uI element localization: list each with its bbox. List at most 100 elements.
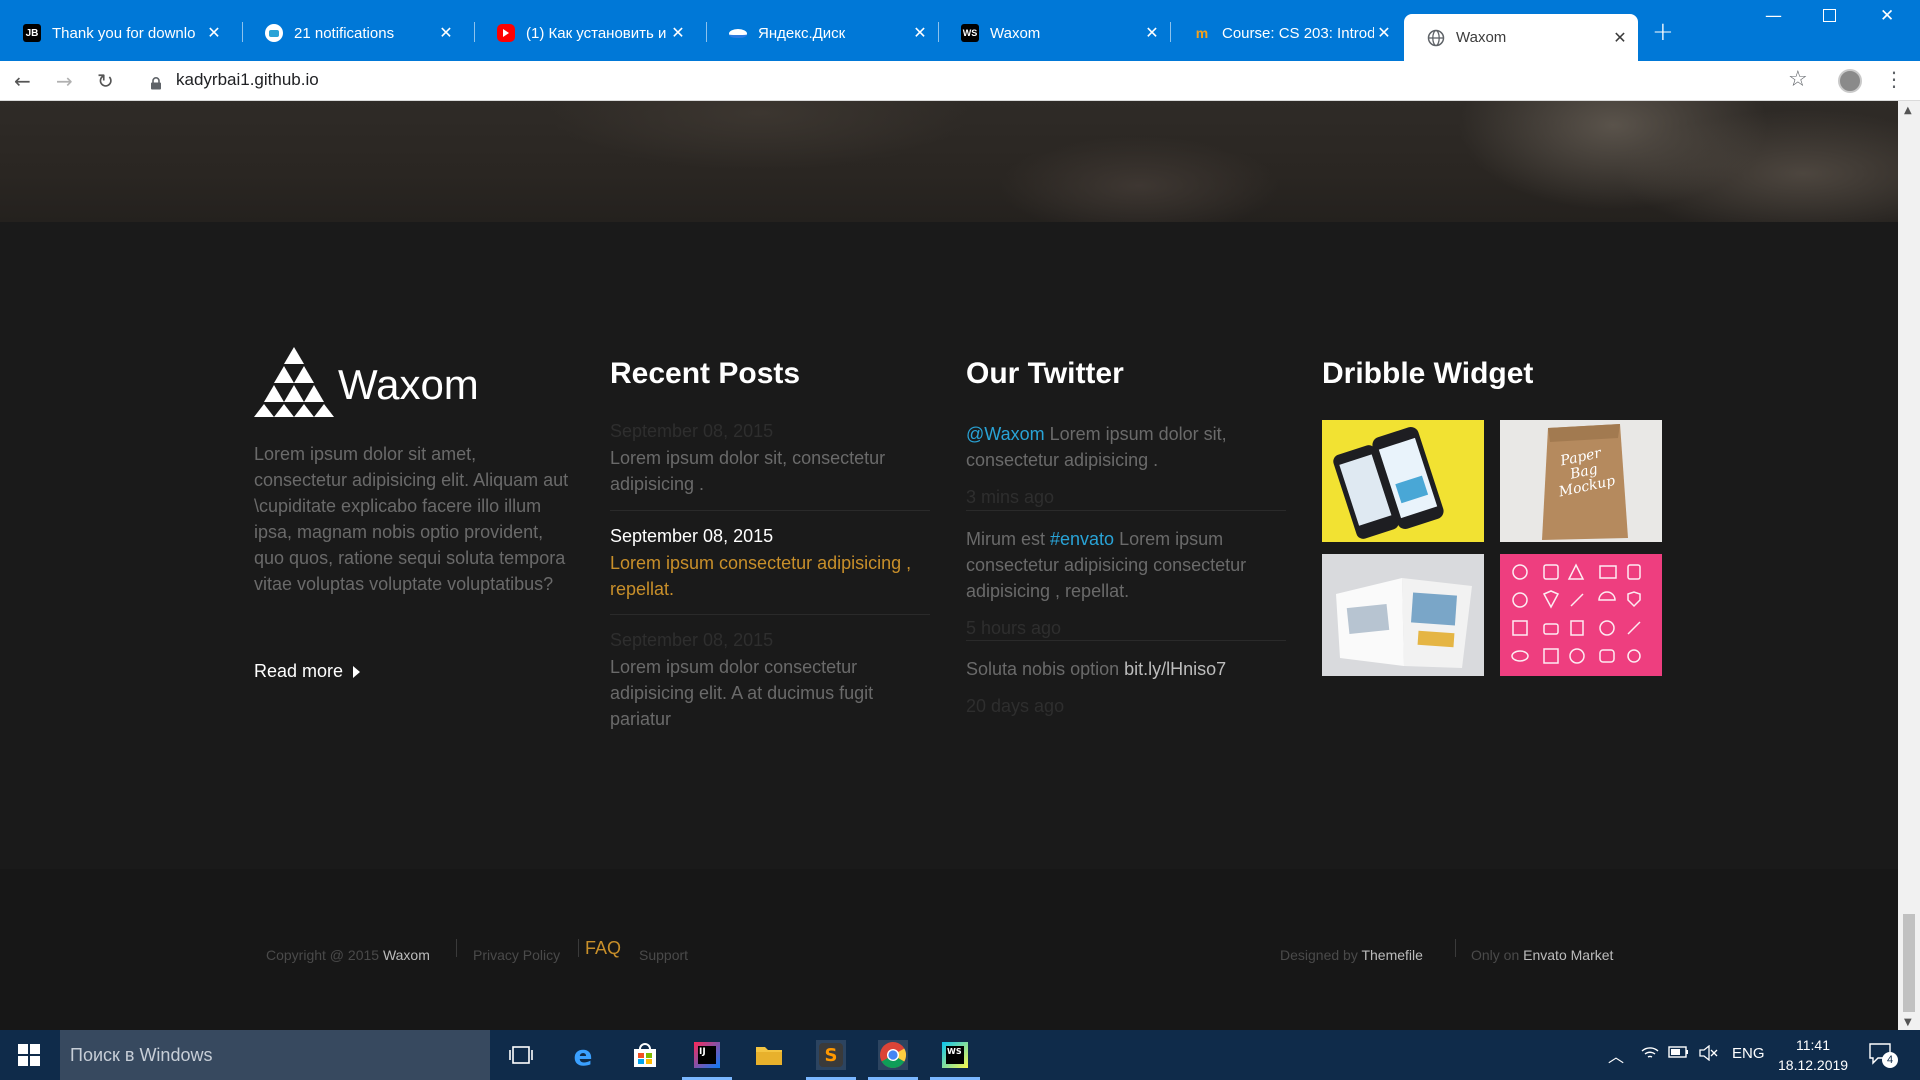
action-center-icon[interactable]: 4 bbox=[1868, 1042, 1898, 1070]
reload-icon[interactable]: ↻ bbox=[97, 69, 114, 93]
divider bbox=[966, 640, 1286, 641]
icon-set-pink-thumbnail[interactable] bbox=[1500, 554, 1662, 676]
new-tab-button[interactable]: + bbox=[1652, 17, 1674, 47]
volume-muted-icon[interactable] bbox=[1698, 1044, 1718, 1065]
logo-text: Waxom bbox=[338, 361, 479, 408]
tab[interactable]: 21 notifications ✕ bbox=[242, 15, 464, 51]
waxom-logo[interactable]: Waxom bbox=[254, 347, 494, 421]
post-date: September 08, 2015 bbox=[610, 421, 774, 441]
paper-bag-mockup-thumbnail[interactable]: Paper Bag Mockup bbox=[1500, 420, 1662, 542]
task-view-icon[interactable] bbox=[506, 1040, 536, 1070]
windows-taskbar: Поиск в Windows e IJ S WS ︿ ENG 11:41 18… bbox=[0, 1030, 1920, 1080]
designed-by-label: Designed by bbox=[1280, 947, 1362, 963]
maximize-icon[interactable] bbox=[1823, 9, 1836, 22]
privacy-policy-link[interactable]: Privacy Policy bbox=[473, 947, 560, 963]
phones-mockup-thumbnail[interactable] bbox=[1322, 420, 1484, 542]
clock-time: 11:41 bbox=[1796, 1037, 1830, 1053]
tab[interactable]: JB Thank you for downlo ✕ bbox=[0, 15, 232, 51]
designed-by-text: Designed by Themefile bbox=[1280, 947, 1423, 963]
tab[interactable]: m Course: CS 203: Introdu ✕ bbox=[1170, 15, 1402, 51]
bookmark-star-icon[interactable]: ☆ bbox=[1788, 67, 1808, 92]
support-link[interactable]: Support bbox=[639, 947, 688, 963]
divider bbox=[1455, 939, 1456, 957]
tab[interactable]: (1) Как установить и а ✕ bbox=[474, 15, 696, 51]
menu-icon[interactable]: ⋮ bbox=[1884, 67, 1904, 91]
sublime-text-icon[interactable]: S bbox=[806, 1040, 856, 1080]
scroll-up-icon[interactable]: ▲ bbox=[1904, 105, 1912, 116]
file-explorer-icon[interactable] bbox=[754, 1040, 784, 1070]
webstorm-icon[interactable]: WS bbox=[930, 1040, 980, 1080]
tweet-url-link[interactable]: bit.ly/lHniso7 bbox=[1124, 659, 1226, 679]
hashtag-link[interactable]: #envato bbox=[1050, 529, 1114, 549]
chat-icon bbox=[265, 24, 283, 42]
designer-link[interactable]: Themefile bbox=[1361, 947, 1422, 963]
tray-chevron-up-icon[interactable]: ︿ bbox=[1608, 1043, 1624, 1067]
post-item[interactable]: September 08, 2015 Lorem ipsum dolor sit… bbox=[610, 421, 930, 497]
tweet-item: @Waxom Lorem ipsum dolor sit, consectetu… bbox=[966, 421, 1286, 508]
scroll-down-icon[interactable]: ▼ bbox=[1904, 1017, 1912, 1028]
back-icon[interactable]: ← bbox=[14, 69, 31, 93]
battery-icon[interactable] bbox=[1668, 1045, 1690, 1063]
store-icon[interactable] bbox=[630, 1040, 660, 1070]
close-icon[interactable]: ✕ bbox=[436, 23, 456, 43]
tab[interactable]: WS Waxom ✕ bbox=[938, 15, 1170, 51]
close-icon[interactable]: ✕ bbox=[910, 23, 930, 43]
copyright-text: Copyright @ 2015 Waxom bbox=[266, 947, 430, 963]
envato-market-link[interactable]: Envato Market bbox=[1523, 947, 1613, 963]
tab-title: Waxom bbox=[1456, 29, 1507, 46]
post-text[interactable]: Lorem ipsum dolor sit, consectetur adipi… bbox=[610, 445, 930, 497]
only-on-label: Only on bbox=[1471, 947, 1524, 963]
jetbrains-icon: JB bbox=[23, 24, 41, 42]
divider bbox=[578, 939, 579, 957]
tweet-body: Mirum est #envato Lorem ipsum consectetu… bbox=[966, 526, 1286, 604]
youtube-icon bbox=[497, 24, 515, 42]
tweet-text: Mirum est bbox=[966, 529, 1051, 549]
tab-strip: JB Thank you for downlo ✕ 21 notificatio… bbox=[0, 0, 1920, 61]
faq-link[interactable]: FAQ bbox=[585, 938, 621, 959]
intellij-icon[interactable]: IJ bbox=[682, 1040, 732, 1080]
hero-image bbox=[0, 101, 1898, 222]
twitter-heading: Our Twitter bbox=[966, 357, 1124, 390]
twitter-handle-link[interactable]: @Waxom bbox=[966, 424, 1045, 444]
browser-toolbar: ← → ↻ kadyrbai1.github.io ☆ ⋮ bbox=[0, 61, 1920, 101]
read-more-link[interactable]: Read more bbox=[254, 661, 361, 682]
close-icon[interactable]: ✕ bbox=[1374, 23, 1394, 43]
tweet-time: 3 mins ago bbox=[966, 487, 1055, 507]
tab-title: (1) Как установить и а bbox=[526, 24, 668, 42]
scrollbar-thumb[interactable] bbox=[1903, 914, 1915, 1012]
close-window-icon[interactable]: ✕ bbox=[1880, 6, 1894, 26]
post-text[interactable]: Lorem ipsum consectetur adipisicing , re… bbox=[610, 550, 930, 602]
forward-icon[interactable]: → bbox=[56, 69, 73, 93]
tab[interactable]: Яндекс.Диск ✕ bbox=[706, 15, 938, 51]
recent-posts-heading: Recent Posts bbox=[610, 357, 801, 390]
post-item[interactable]: September 08, 2015 Lorem ipsum consectet… bbox=[610, 526, 930, 602]
only-on-text: Only on Envato Market bbox=[1471, 947, 1613, 963]
tweet-item: Soluta nobis option bit.ly/lHniso7 20 da… bbox=[966, 656, 1286, 717]
windows-start-icon[interactable] bbox=[14, 1040, 44, 1070]
tweet-body: @Waxom Lorem ipsum dolor sit, consectetu… bbox=[966, 421, 1286, 473]
post-text[interactable]: Lorem ipsum dolor consectetur adipisicin… bbox=[610, 654, 930, 732]
minimize-icon[interactable]: — bbox=[1765, 6, 1782, 26]
dribbble-heading: Dribble Widget bbox=[1322, 357, 1534, 390]
clock[interactable]: 11:41 18.12.2019 bbox=[1778, 1035, 1848, 1075]
language-indicator[interactable]: ENG bbox=[1732, 1045, 1765, 1062]
tab-active[interactable]: Waxom ✕ bbox=[1404, 14, 1638, 61]
close-icon[interactable]: ✕ bbox=[1610, 28, 1630, 48]
divider bbox=[610, 614, 930, 615]
close-icon[interactable]: ✕ bbox=[668, 23, 688, 43]
tweet-item: Mirum est #envato Lorem ipsum consectetu… bbox=[966, 526, 1286, 639]
wifi-icon[interactable] bbox=[1640, 1045, 1660, 1065]
tweet-time: 5 hours ago bbox=[966, 618, 1062, 638]
chrome-icon[interactable] bbox=[868, 1040, 918, 1080]
copyright-brand[interactable]: Waxom bbox=[383, 947, 430, 963]
close-icon[interactable]: ✕ bbox=[1142, 23, 1162, 43]
magazine-mockup-thumbnail[interactable] bbox=[1322, 554, 1484, 676]
address-bar[interactable]: kadyrbai1.github.io bbox=[176, 70, 319, 90]
globe-icon bbox=[1427, 29, 1445, 47]
profile-avatar[interactable] bbox=[1838, 69, 1862, 93]
windows-search-input[interactable]: Поиск в Windows bbox=[60, 1030, 490, 1080]
edge-icon[interactable]: e bbox=[568, 1039, 598, 1072]
post-item[interactable]: September 08, 2015 Lorem ipsum dolor con… bbox=[610, 630, 930, 732]
close-icon[interactable]: ✕ bbox=[204, 23, 224, 43]
vertical-scrollbar[interactable]: ▲ ▼ bbox=[1898, 101, 1920, 1030]
